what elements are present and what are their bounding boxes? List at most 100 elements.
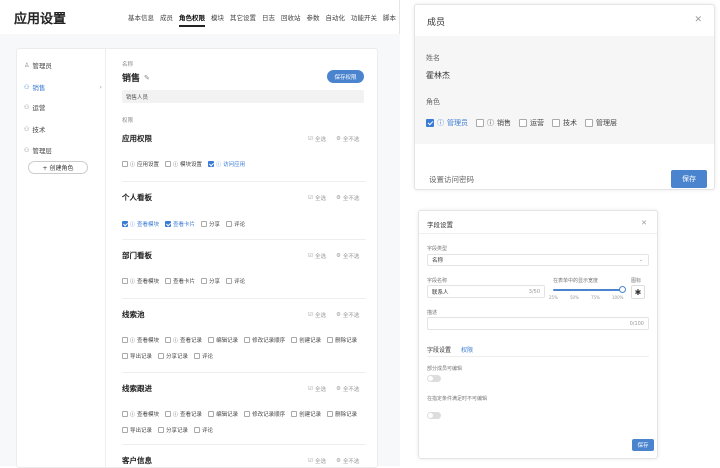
checkbox-box[interactable] xyxy=(585,119,593,127)
permission-checkbox[interactable]: ⓘ 查看模块 xyxy=(122,220,159,228)
permission-checkbox[interactable]: 导出记录 xyxy=(122,352,152,360)
checkbox-box[interactable] xyxy=(201,221,208,227)
slider-handle[interactable] xyxy=(619,286,626,293)
checkbox-box[interactable] xyxy=(122,278,128,284)
role-checkbox[interactable]: ⓘ 销售 xyxy=(476,118,511,128)
field-save-button[interactable]: 保存 xyxy=(632,439,654,451)
role-checkbox[interactable]: 技术 xyxy=(552,118,577,128)
field-type-select[interactable]: 名称 ⌄ xyxy=(427,254,649,266)
permission-checkbox[interactable]: ⓘ 查看模块 xyxy=(122,410,159,418)
permission-checkbox[interactable]: 评论 xyxy=(194,352,213,360)
permission-checkbox[interactable]: ⓘ 查看记录 xyxy=(165,410,202,418)
nav-tab[interactable]: 回收站 xyxy=(281,12,301,27)
sidebar-item[interactable]: ⚇ 管理层 xyxy=(24,145,102,156)
permission-checkbox[interactable]: 删除记录 xyxy=(327,336,357,344)
permission-checkbox[interactable]: ⓘ 模块设置 xyxy=(165,160,202,168)
checkbox-box[interactable] xyxy=(244,337,251,343)
select-all-button[interactable]: ☑ 全选 xyxy=(308,135,326,143)
permission-checkbox[interactable]: 编辑记录 xyxy=(208,336,238,344)
close-icon[interactable]: ✕ xyxy=(694,15,702,25)
select-none-button[interactable]: ⚙ 全不选 xyxy=(336,385,359,393)
select-all-button[interactable]: ☑ 全选 xyxy=(308,385,326,393)
checkbox-box[interactable] xyxy=(476,119,484,127)
sidebar-item[interactable]: ⚇ 销售 › xyxy=(24,82,102,92)
checkbox-box[interactable] xyxy=(194,353,201,359)
permission-checkbox[interactable]: 评论 xyxy=(226,220,245,228)
checkbox-box[interactable] xyxy=(122,161,128,167)
permission-checkbox[interactable]: ⓘ 应用设置 xyxy=(122,160,159,168)
permission-checkbox[interactable]: 查看卡片 xyxy=(165,277,195,285)
checkbox-box[interactable] xyxy=(165,411,172,417)
permission-checkbox[interactable]: 导出记录 xyxy=(122,426,152,434)
permission-checkbox[interactable]: ⓘ 查看模块 xyxy=(122,336,159,344)
perm1-toggle[interactable] xyxy=(427,375,441,382)
checkbox-box[interactable] xyxy=(426,119,434,127)
checkbox-box[interactable] xyxy=(158,427,165,433)
select-all-button[interactable]: ☑ 全选 xyxy=(308,194,326,202)
permission-checkbox[interactable]: 编辑记录 xyxy=(208,410,238,418)
permission-checkbox[interactable]: ⓘ 访问应用 xyxy=(208,160,245,168)
nav-tab[interactable]: 参数 xyxy=(307,12,320,27)
close-icon[interactable]: ✕ xyxy=(641,219,647,227)
create-role-button[interactable]: + 创建角色 xyxy=(28,161,88,174)
permission-checkbox[interactable]: 创建记录 xyxy=(291,410,321,418)
checkbox-box[interactable] xyxy=(226,278,233,284)
permission-checkbox[interactable]: 分享记录 xyxy=(158,352,188,360)
sidebar-item[interactable]: ♙ 管理员 xyxy=(24,60,102,71)
permission-checkbox[interactable]: ⓘ 查看模块 xyxy=(122,277,159,285)
checkbox-box[interactable] xyxy=(158,353,165,359)
select-all-button[interactable]: ☑ 全选 xyxy=(308,252,326,260)
select-none-button[interactable]: ⚙ 全不选 xyxy=(336,311,359,319)
checkbox-box[interactable] xyxy=(122,427,128,433)
checkbox-box[interactable] xyxy=(122,411,128,417)
checkbox-box[interactable] xyxy=(244,411,251,417)
checkbox-box[interactable] xyxy=(165,337,172,343)
checkbox-box[interactable] xyxy=(226,221,233,227)
member-save-button[interactable]: 保存 xyxy=(671,170,707,188)
select-none-button[interactable]: ⚙ 全不选 xyxy=(336,252,359,260)
checkbox-box[interactable] xyxy=(519,119,527,127)
nav-tab[interactable]: 成员 xyxy=(160,12,173,27)
checkbox-box[interactable] xyxy=(552,119,560,127)
role-checkbox[interactable]: 管理层 xyxy=(585,118,617,128)
desc-input[interactable]: 0/100 xyxy=(427,317,649,330)
sidebar-item[interactable]: ⚇ 运营 xyxy=(24,102,102,113)
permission-checkbox[interactable]: 评论 xyxy=(226,277,245,285)
sidebar-item[interactable]: ⚇ 技术 xyxy=(24,124,102,135)
checkbox-box[interactable] xyxy=(327,411,334,417)
checkbox-box[interactable] xyxy=(208,411,215,417)
role-checkbox[interactable]: 运营 xyxy=(519,118,544,128)
permission-checkbox[interactable]: 修改记录顺序 xyxy=(244,336,285,344)
checkbox-box[interactable] xyxy=(122,353,128,359)
edit-icon[interactable]: ✎ xyxy=(144,74,150,82)
checkbox-box[interactable] xyxy=(201,278,208,284)
permission-checkbox[interactable]: ⓘ 查看记录 xyxy=(165,336,202,344)
permission-checkbox[interactable]: 分享记录 xyxy=(158,426,188,434)
permission-checkbox[interactable]: 分享 xyxy=(201,220,220,228)
permission-checkbox[interactable]: 创建记录 xyxy=(291,336,321,344)
asterisk-icon[interactable]: ✱ xyxy=(631,285,645,299)
permission-checkbox[interactable]: 删除记录 xyxy=(327,410,357,418)
role-checkbox[interactable]: ⓘ 管理员 xyxy=(426,118,468,128)
nav-tab[interactable]: 功能开关 xyxy=(351,12,377,27)
nav-tab[interactable]: 脚本 xyxy=(383,12,396,27)
nav-tab[interactable]: 基本信息 xyxy=(128,12,154,27)
checkbox-box[interactable] xyxy=(122,221,128,227)
select-none-button[interactable]: ⚙ 全不选 xyxy=(336,194,359,202)
checkbox-box[interactable] xyxy=(208,161,215,167)
checkbox-box[interactable] xyxy=(194,427,201,433)
field-name-input[interactable]: 联系人 3/50 xyxy=(427,285,545,298)
permission-checkbox[interactable]: 查看卡片 xyxy=(165,220,195,228)
checkbox-box[interactable] xyxy=(208,337,215,343)
checkbox-box[interactable] xyxy=(327,337,334,343)
permission-checkbox[interactable]: 评论 xyxy=(194,426,213,434)
checkbox-box[interactable] xyxy=(291,337,298,343)
select-none-button[interactable]: ⚙ 全不选 xyxy=(336,457,359,465)
checkbox-box[interactable] xyxy=(165,221,172,227)
nav-tab[interactable]: 自动化 xyxy=(326,12,346,27)
permission-checkbox[interactable]: 分享 xyxy=(201,277,220,285)
nav-tab[interactable]: 模块 xyxy=(211,12,224,27)
nav-tab[interactable]: 其它设置 xyxy=(230,12,256,27)
checkbox-box[interactable] xyxy=(165,161,172,167)
checkbox-box[interactable] xyxy=(122,337,128,343)
